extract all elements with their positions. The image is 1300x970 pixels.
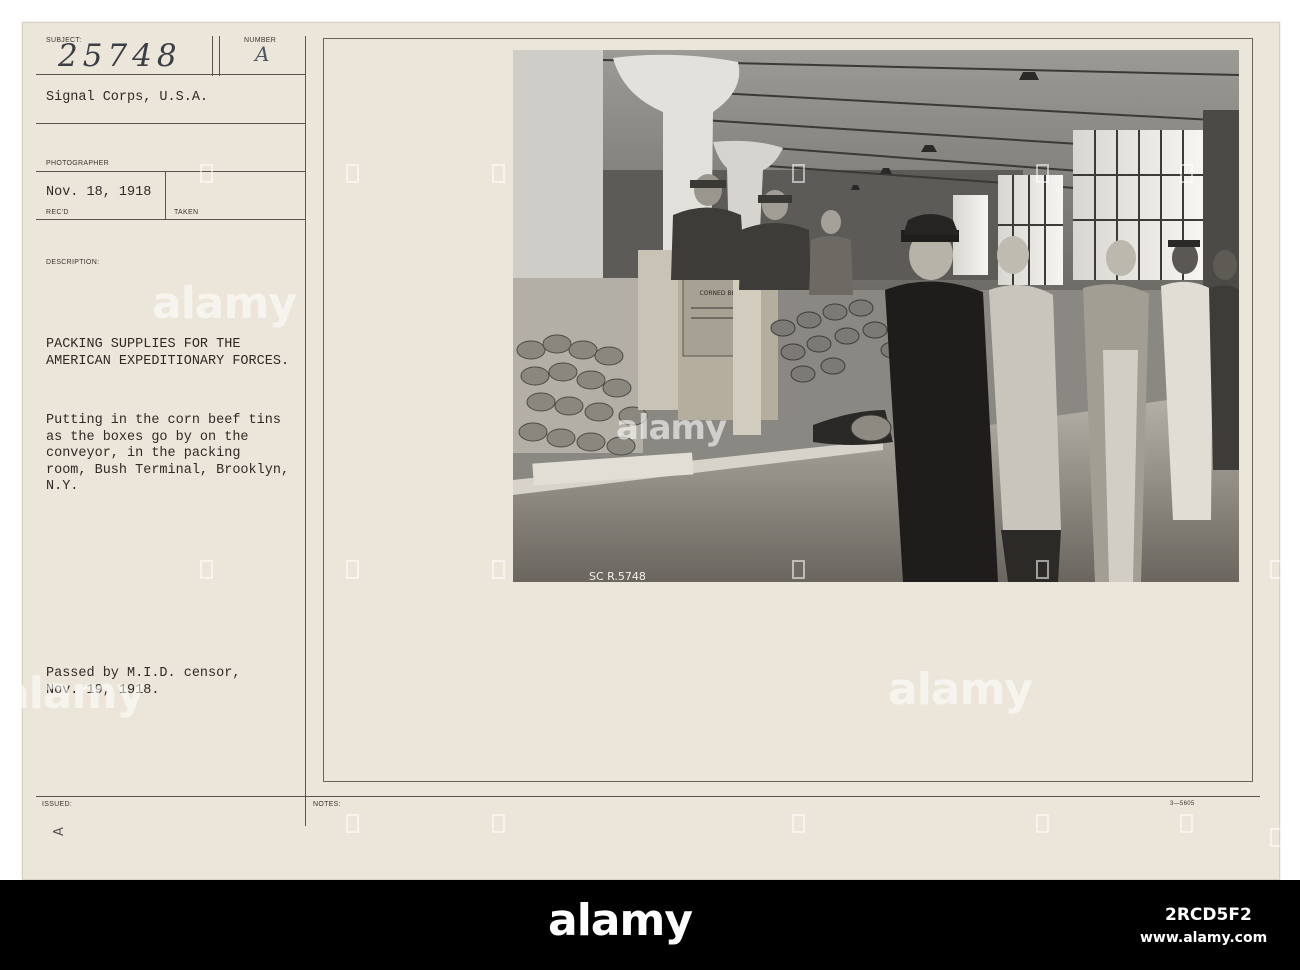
notes-label: NOTES: [313, 801, 341, 808]
photographer-label: PHOTOGRAPHER [46, 160, 109, 167]
title-line: PACKING SUPPLIES FOR THE [46, 337, 241, 352]
agency-text: Signal Corps, U.S.A. [46, 90, 209, 105]
taken-label: TAKEN [174, 209, 199, 216]
left-column-border [305, 36, 306, 826]
description-line: room, Bush Terminal, Brooklyn, [46, 462, 290, 478]
description-line: conveyor, in the packing [46, 446, 241, 461]
subject-divider [212, 36, 213, 76]
subject-number: 25748 [58, 38, 182, 74]
watermark-text: alamy [0, 668, 145, 719]
recd-label: REC'D [46, 209, 69, 216]
date-rule [36, 219, 305, 220]
issued-label: ISSUED: [42, 801, 73, 808]
subject-underline [36, 74, 305, 75]
footer-bar: alamy 2RCD5F2 www.alamy.com [0, 880, 1300, 970]
number-value: A [255, 42, 270, 66]
site-url[interactable]: www.alamy.com [1140, 930, 1267, 946]
description-line: N.Y. [46, 479, 79, 494]
image-id: 2RCD5F2 [1165, 905, 1252, 925]
issued-mark: A [51, 827, 67, 836]
packing-room-scene: CORNED BEEF SC R.5748 [513, 50, 1239, 582]
negative-number: SC R.5748 [589, 570, 646, 582]
agency-rule [36, 123, 305, 124]
description-label: DESCRIPTION: [46, 259, 100, 266]
title-line: AMERICAN EXPEDITIONARY FORCES. [46, 353, 290, 369]
title-block: PACKING SUPPLIES FOR THE AMERICAN EXPEDI… [46, 337, 289, 370]
footer-logo[interactable]: alamy [548, 895, 693, 946]
watermark-text: alamy [888, 664, 1033, 715]
date-divider [165, 172, 166, 220]
photographer-rule [36, 171, 305, 172]
description-line: as the boxes go by on the [46, 429, 249, 445]
description-block: Putting in the corn beef tins as the box… [46, 413, 289, 496]
received-date: Nov. 18, 1918 [46, 185, 152, 200]
subject-divider-2 [219, 36, 220, 76]
archival-photograph: CORNED BEEF SC R.5748 [513, 50, 1239, 582]
description-line: Putting in the corn beef tins [46, 413, 281, 428]
watermark-text: alamy [152, 278, 297, 329]
bottom-rule [36, 796, 1260, 797]
form-number: 3—5605 [1170, 801, 1195, 807]
watermark-text: alamy [616, 408, 727, 448]
